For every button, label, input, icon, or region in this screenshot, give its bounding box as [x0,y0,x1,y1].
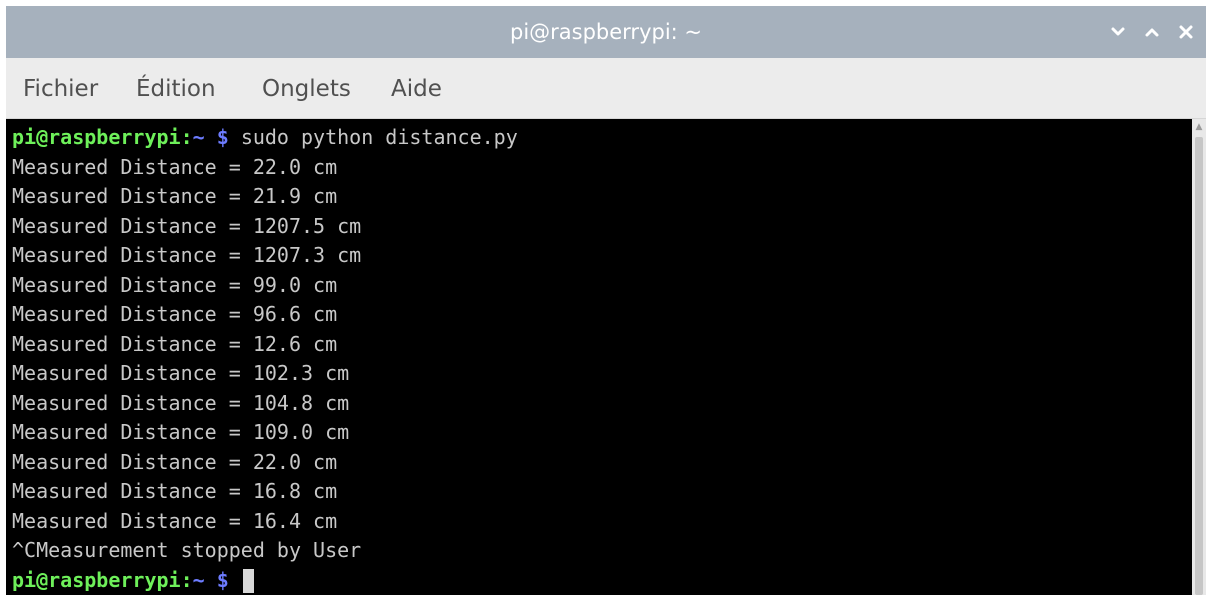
output-line: Measured Distance = 16.4 cm [12,508,338,533]
menu-onglets[interactable]: Onglets [262,58,351,118]
output-line: Measured Distance = 104.8 cm [12,390,350,415]
prompt-symbol: $ [216,125,229,149]
output-line: Measured Distance = 22.0 cm [12,449,338,474]
title-bar[interactable]: pi@raspberrypi: ~ [6,6,1206,58]
terminal-window: pi@raspberrypi: ~ Fichier Édition Onglet… [6,6,1206,595]
output-lines: Measured Distance = 22.0 cm Measured Dist… [12,153,518,566]
output-line: Measured Distance = 21.9 cm [12,184,338,208]
output-line: Measured Distance = 16.8 cm [12,479,338,503]
prompt-symbol: $ [216,567,229,592]
text-cursor [242,569,254,593]
close-button[interactable] [1173,19,1199,45]
output-line: Measured Distance = 1207.3 cm [12,243,362,267]
output-line: Measured Distance = 12.6 cm [12,331,338,356]
menu-fichier[interactable]: Fichier [23,58,98,118]
output-line: Measured Distance = 99.0 cm [12,272,338,297]
scroll-thumb[interactable] [1195,137,1203,595]
close-icon [1179,25,1193,39]
chevron-down-icon [1111,27,1125,36]
terminal-lines: pi@raspberrypi:~ $ sudo python distance.… [12,123,518,595]
scroll-up-arrow-icon[interactable]: ▲ [1194,122,1204,132]
minimize-button[interactable] [1105,19,1131,45]
window-title: pi@raspberrypi: ~ [509,20,703,44]
chevron-up-icon [1145,28,1159,37]
output-line: Measured Distance = 1207.5 cm [12,213,362,238]
output-line: ^CMeasurement stopped by User [12,538,362,562]
prompt-user-host: pi@raspberrypi: [12,567,193,592]
output-line: Measured Distance = 22.0 cm [12,154,338,179]
prompt-path: ~ [192,567,205,592]
prompt-user-host: pi@raspberrypi: [12,125,193,149]
menu-aide[interactable]: Aide [391,58,442,118]
maximize-button[interactable] [1139,19,1165,45]
output-line: Measured Distance = 102.3 cm [12,361,350,385]
vertical-scrollbar[interactable]: ▲ [1192,119,1206,595]
menu-bar: Fichier Édition Onglets Aide [6,58,1206,119]
menu-edition[interactable]: Édition [136,58,216,118]
current-prompt-line: pi@raspberrypi:~ $ [12,566,518,595]
terminal-output-area[interactable]: pi@raspberrypi:~ $ sudo python distance.… [6,119,1192,595]
prompt-path: ~ [192,125,205,149]
command-line: pi@raspberrypi:~ $ sudo python distance.… [12,123,518,153]
command-text: sudo python distance.py [240,125,518,149]
output-line: Measured Distance = 96.6 cm [12,302,338,326]
output-line: Measured Distance = 109.0 cm [12,420,350,444]
